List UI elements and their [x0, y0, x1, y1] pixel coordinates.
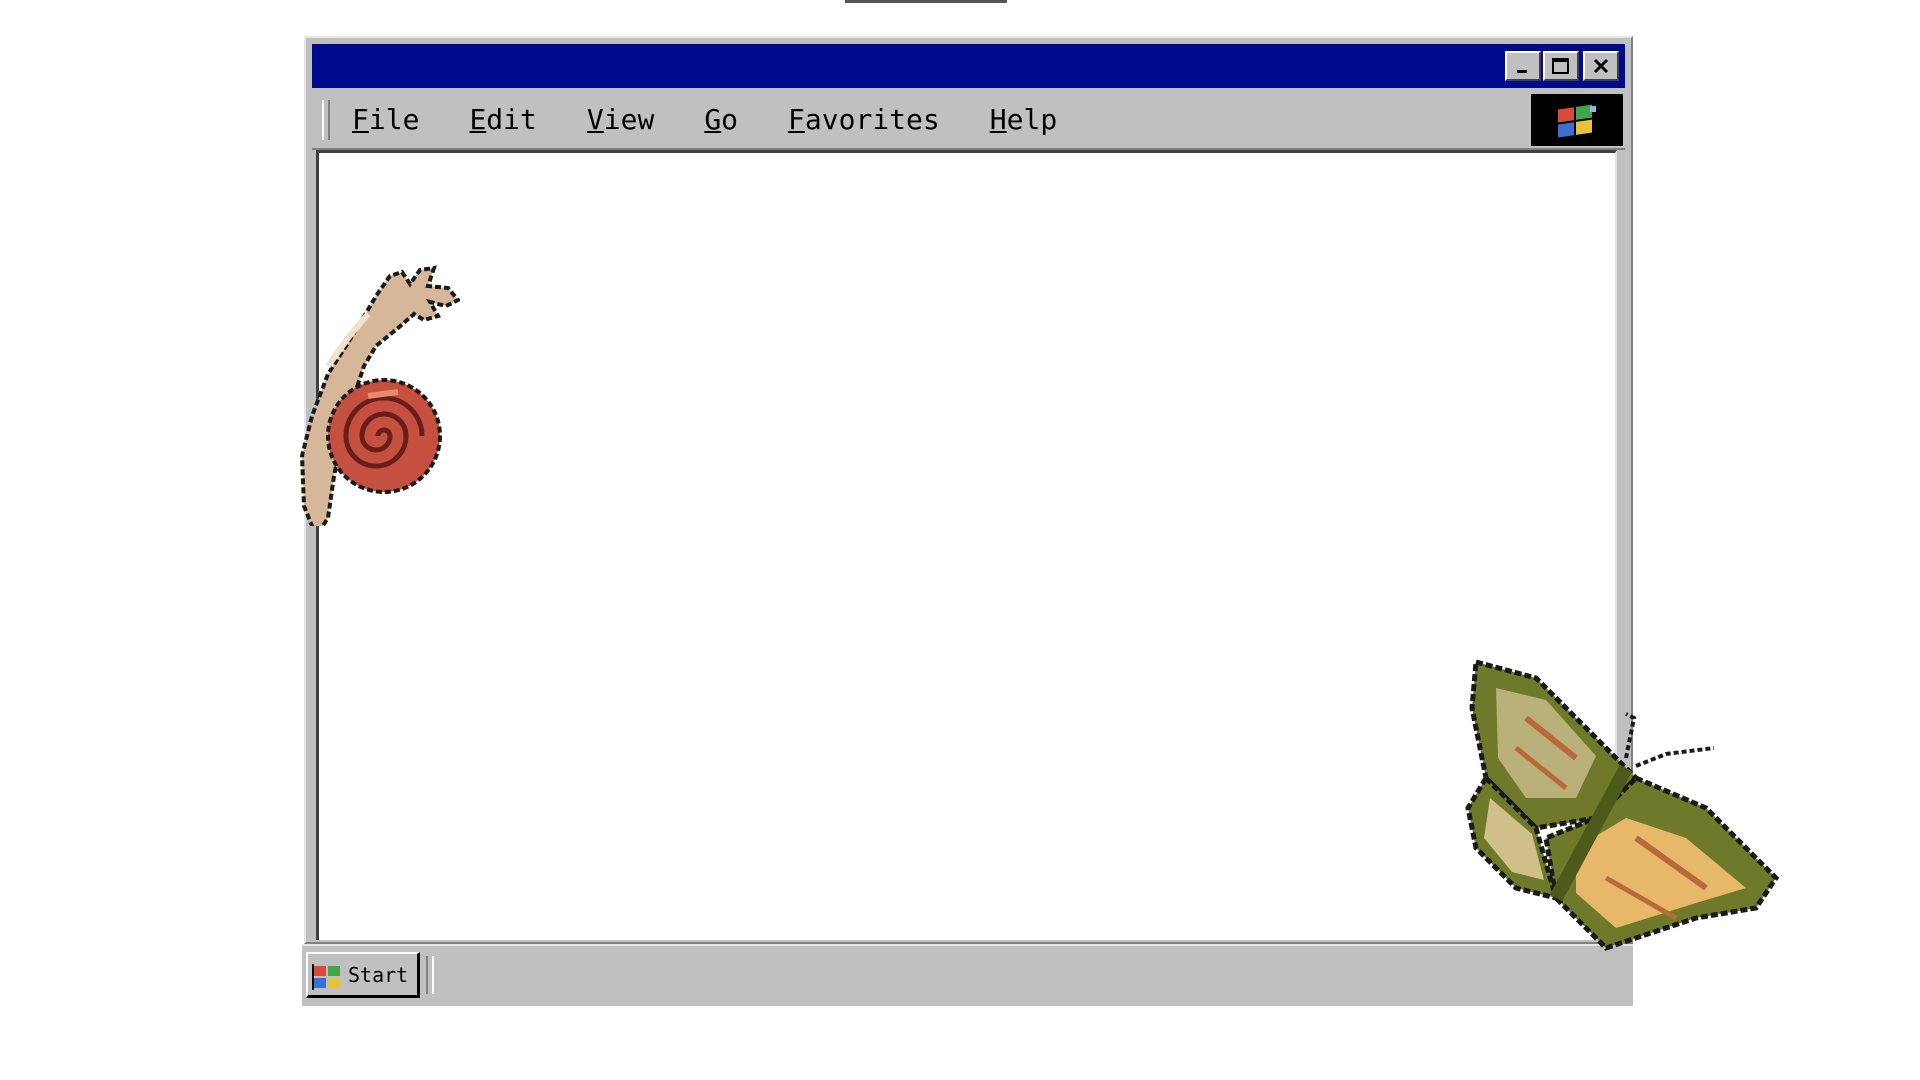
windows-flag-icon: [312, 963, 340, 990]
menu-help[interactable]: Help: [990, 102, 1057, 138]
menu-view[interactable]: View: [587, 102, 654, 138]
top-divider: [845, 0, 1007, 3]
close-icon: [1593, 58, 1609, 74]
butterfly-icon: [1465, 658, 1780, 951]
content-area[interactable]: [316, 150, 1617, 940]
menu-go[interactable]: Go: [704, 102, 738, 138]
title-bar[interactable]: [312, 44, 1625, 88]
start-label: Start: [348, 962, 409, 987]
minimize-icon: [1517, 70, 1527, 73]
maximize-button[interactable]: [1543, 51, 1579, 81]
taskbar-separator: [426, 956, 434, 994]
menu-bar: File Edit View Go Favorites Help: [312, 92, 1625, 150]
windows-logo-icon: [1558, 104, 1596, 138]
maximize-icon: [1552, 58, 1569, 74]
menu-edit[interactable]: Edit: [469, 102, 536, 138]
snail-icon: [299, 265, 460, 526]
menu-favorites[interactable]: Favorites: [788, 102, 940, 138]
start-button[interactable]: Start: [306, 952, 420, 998]
minimize-button[interactable]: [1505, 51, 1541, 81]
menu-file[interactable]: File: [352, 102, 419, 138]
browser-window: File Edit View Go Favorites Help: [304, 36, 1633, 944]
menu-grip[interactable]: [322, 100, 330, 140]
close-button[interactable]: [1583, 51, 1619, 81]
throbber-logo: [1531, 94, 1623, 146]
taskbar: Start: [302, 944, 1633, 1006]
desktop: File Edit View Go Favorites Help Start: [0, 0, 1920, 1080]
menu-items: File Edit View Go Favorites Help: [352, 102, 1107, 138]
